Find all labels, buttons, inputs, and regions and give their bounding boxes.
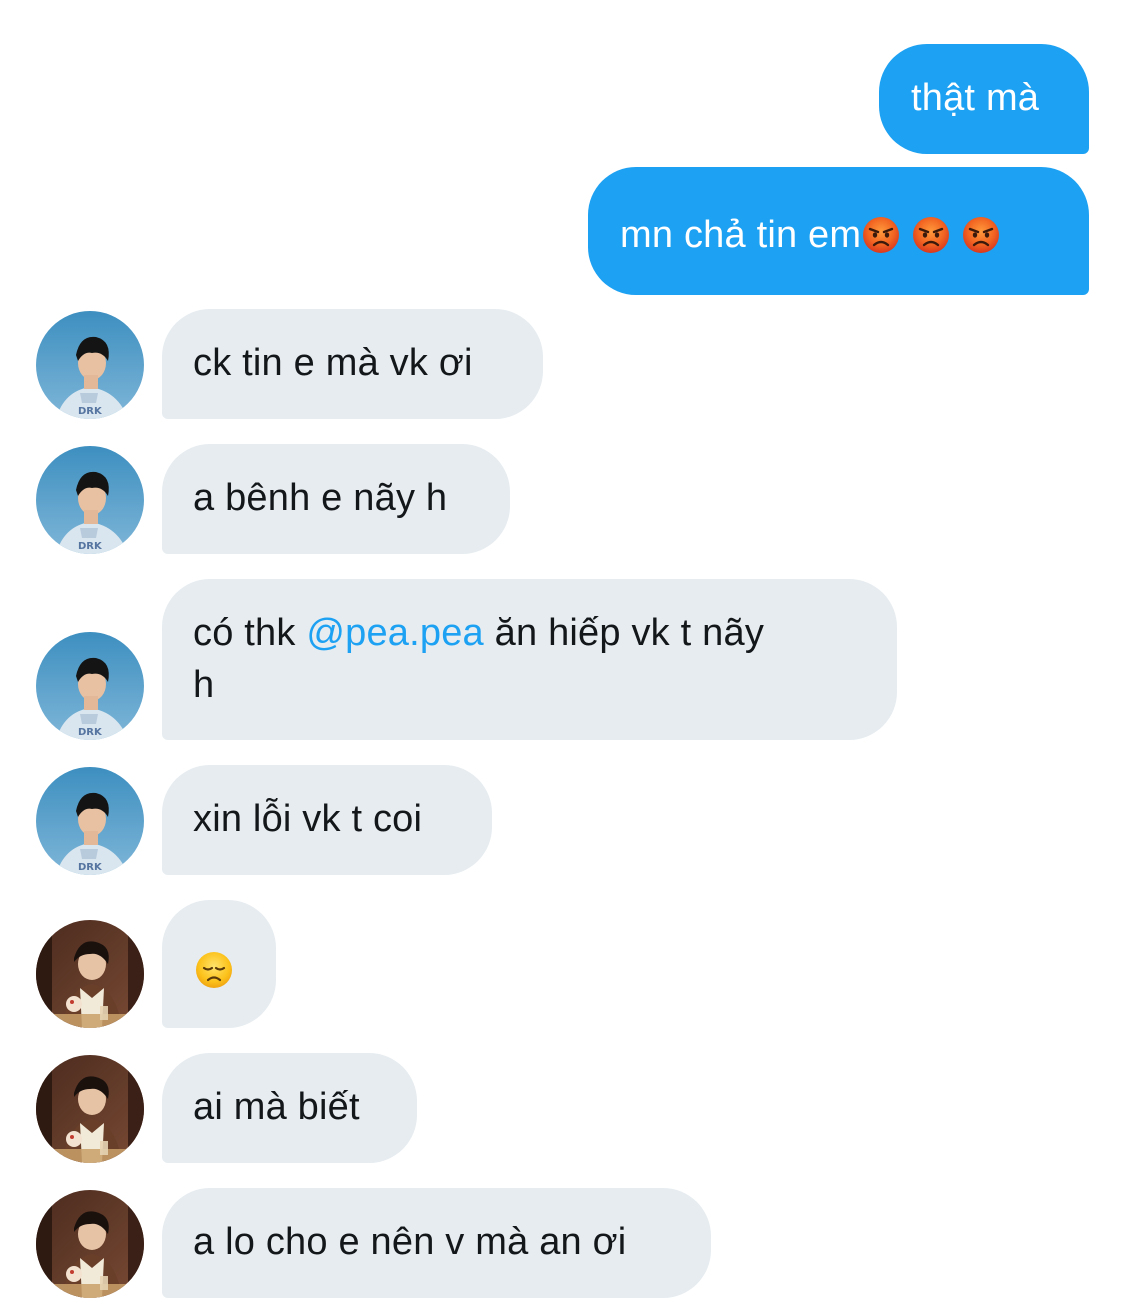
- message-text: ai mà biết: [193, 1086, 360, 1128]
- message-bubble-incoming[interactable]: xin lỗi vk t coi: [162, 765, 492, 875]
- angry-face-icon: [861, 215, 901, 255]
- avatar[interactable]: [36, 311, 144, 419]
- message-text: xin lỗi vk t coi: [193, 798, 423, 840]
- message-bubble-incoming[interactable]: ck tin e mà vk ơi: [162, 309, 543, 419]
- message-bubble-incoming[interactable]: có thk @pea.pea ăn hiếp vk t nãy h: [162, 579, 897, 740]
- avatar[interactable]: [36, 767, 144, 875]
- avatar[interactable]: [36, 1190, 144, 1298]
- angry-face-icon: [961, 215, 1001, 255]
- avatar[interactable]: [36, 920, 144, 1028]
- message-text: h: [193, 664, 215, 706]
- message-bubble-outgoing[interactable]: mn chả tin em: [588, 167, 1089, 295]
- message-text: mn chả tin em: [620, 214, 862, 256]
- message-text: thật mà: [911, 77, 1040, 119]
- message-bubble-incoming[interactable]: [162, 900, 276, 1028]
- angry-face-icon: [911, 215, 951, 255]
- message-bubble-outgoing[interactable]: thật mà: [879, 44, 1089, 154]
- user-mention-link[interactable]: @pea.pea: [306, 612, 484, 654]
- message-text: ăn hiếp vk t nãy: [483, 612, 765, 654]
- message-bubble-incoming[interactable]: a lo cho e nên v mà an ơi: [162, 1188, 711, 1298]
- disappointed-face-icon: [194, 950, 234, 990]
- message-bubble-incoming[interactable]: a bênh e nãy h: [162, 444, 510, 554]
- message-text: a lo cho e nên v mà an ơi: [193, 1221, 627, 1263]
- avatar[interactable]: [36, 446, 144, 554]
- message-text: ck tin e mà vk ơi: [193, 342, 473, 384]
- dm-conversation: thật mà mn chả tin em ck tin e mà vk ơi …: [0, 0, 1125, 1312]
- message-bubble-incoming[interactable]: ai mà biết: [162, 1053, 417, 1163]
- message-text: có thk: [193, 612, 307, 654]
- avatar[interactable]: [36, 1055, 144, 1163]
- message-text: a bênh e nãy h: [193, 477, 448, 519]
- avatar[interactable]: [36, 632, 144, 740]
